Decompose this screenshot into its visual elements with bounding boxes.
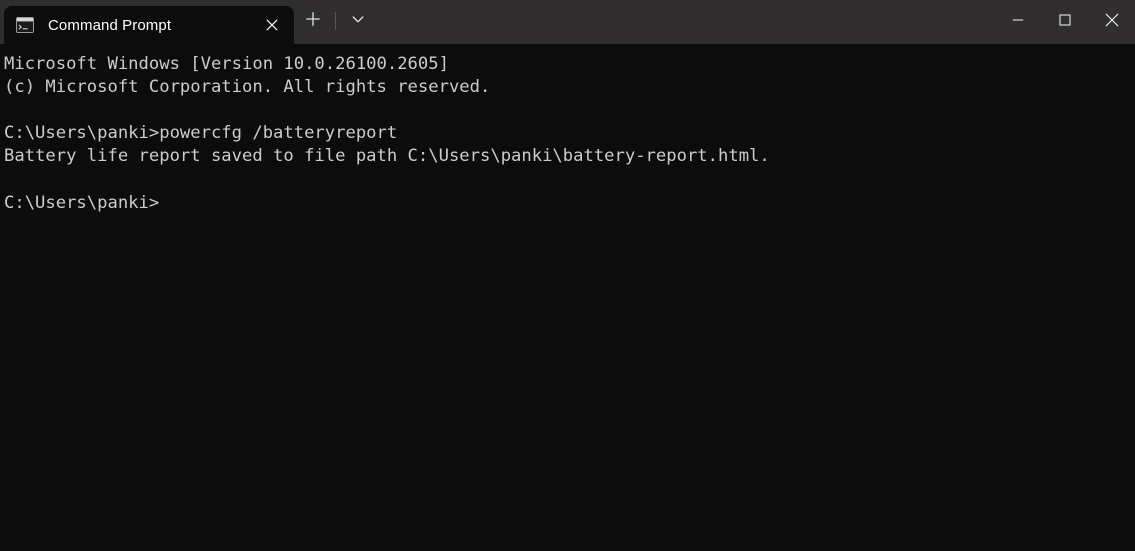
- tab-title: Command Prompt: [48, 16, 172, 34]
- tab-dropdown-button[interactable]: [339, 6, 377, 36]
- console-icon: [16, 17, 34, 33]
- new-tab-button[interactable]: [294, 6, 332, 36]
- title-bar: Command Prompt: [0, 0, 1135, 44]
- tab-close-icon[interactable]: [254, 10, 290, 40]
- close-icon: [1105, 13, 1119, 32]
- chevron-down-icon: [351, 12, 365, 31]
- tab-bar-actions: [294, 0, 377, 44]
- terminal-window: Command Prompt Microsoft Windows [Versio…: [0, 0, 1135, 551]
- tab-command-prompt[interactable]: Command Prompt: [4, 6, 294, 44]
- tab-strip: Command Prompt: [0, 0, 294, 44]
- toolbar-divider: [335, 12, 336, 30]
- minimize-button[interactable]: [994, 0, 1041, 44]
- plus-icon: [306, 11, 320, 31]
- console-output-area[interactable]: Microsoft Windows [Version 10.0.26100.26…: [0, 44, 1135, 551]
- console-text: Microsoft Windows [Version 10.0.26100.26…: [4, 54, 770, 213]
- maximize-icon: [1058, 13, 1071, 31]
- maximize-button[interactable]: [1041, 0, 1088, 44]
- close-button[interactable]: [1088, 0, 1135, 44]
- window-caption-buttons: [994, 0, 1135, 44]
- minimize-icon: [1012, 13, 1024, 31]
